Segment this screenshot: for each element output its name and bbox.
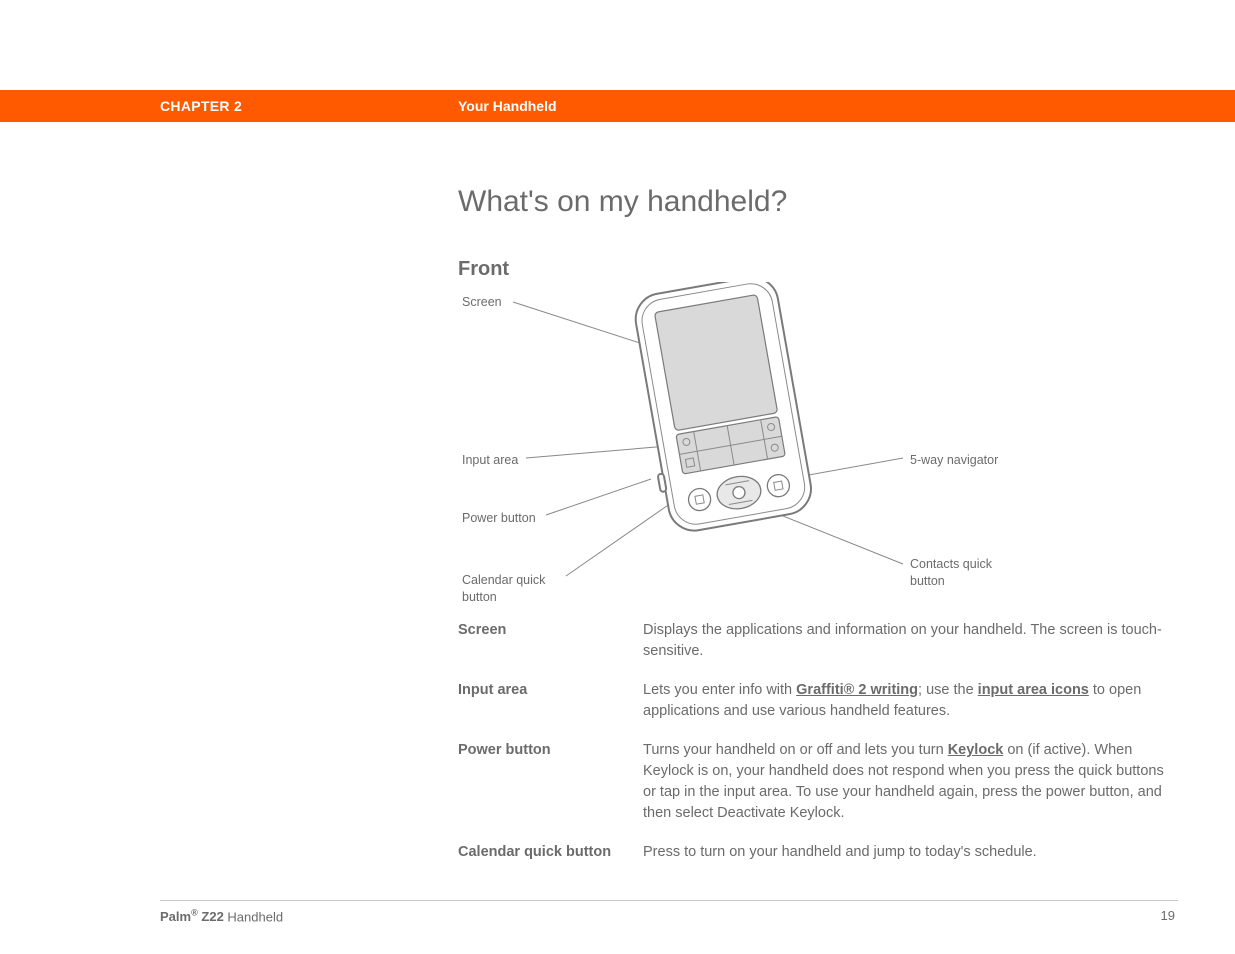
callout-input-area: Input area xyxy=(462,452,518,469)
front-diagram: Screen Input area Power button Calendar … xyxy=(458,282,1178,612)
definition-description: Press to turn on your handheld and jump … xyxy=(643,842,1180,863)
page-title: What's on my handheld? xyxy=(458,185,787,219)
definition-description: Turns your handheld on or off and lets y… xyxy=(643,740,1180,824)
definition-description: Lets you enter info with Graffiti® 2 wri… xyxy=(643,680,1180,722)
inline-link[interactable]: Graffiti® 2 writing xyxy=(796,682,918,698)
chapter-label: CHAPTER 2 xyxy=(160,98,242,114)
device-illustration xyxy=(458,282,1178,612)
definition-term: Input area xyxy=(458,680,643,722)
callout-calendar-quick: Calendar quick button xyxy=(462,572,572,606)
callout-power-button: Power button xyxy=(462,510,536,527)
footer-product: Palm® Z22 Handheld xyxy=(160,908,283,924)
definition-row: Input areaLets you enter info with Graff… xyxy=(458,680,1180,722)
definition-term: Screen xyxy=(458,620,643,662)
footer-rule xyxy=(160,900,1178,901)
definition-row: ScreenDisplays the applications and info… xyxy=(458,620,1180,662)
callout-5way-navigator: 5-way navigator xyxy=(910,452,998,469)
section-heading-front: Front xyxy=(458,258,509,281)
page-number: 19 xyxy=(1161,908,1175,923)
definition-term: Power button xyxy=(458,740,643,824)
inline-link[interactable]: Keylock xyxy=(948,742,1004,758)
page: CHAPTER 2 Your Handheld What's on my han… xyxy=(0,0,1235,954)
definitions-list: ScreenDisplays the applications and info… xyxy=(458,620,1180,881)
header-subtitle: Your Handheld xyxy=(458,98,557,114)
definition-term: Calendar quick button xyxy=(458,842,643,863)
inline-link[interactable]: input area icons xyxy=(978,682,1089,698)
definition-description: Displays the applications and informatio… xyxy=(643,620,1180,662)
callout-contacts-quick: Contacts quick button xyxy=(910,556,1020,590)
definition-row: Calendar quick buttonPress to turn on yo… xyxy=(458,842,1180,863)
definition-row: Power buttonTurns your handheld on or of… xyxy=(458,740,1180,824)
callout-screen: Screen xyxy=(462,294,502,311)
